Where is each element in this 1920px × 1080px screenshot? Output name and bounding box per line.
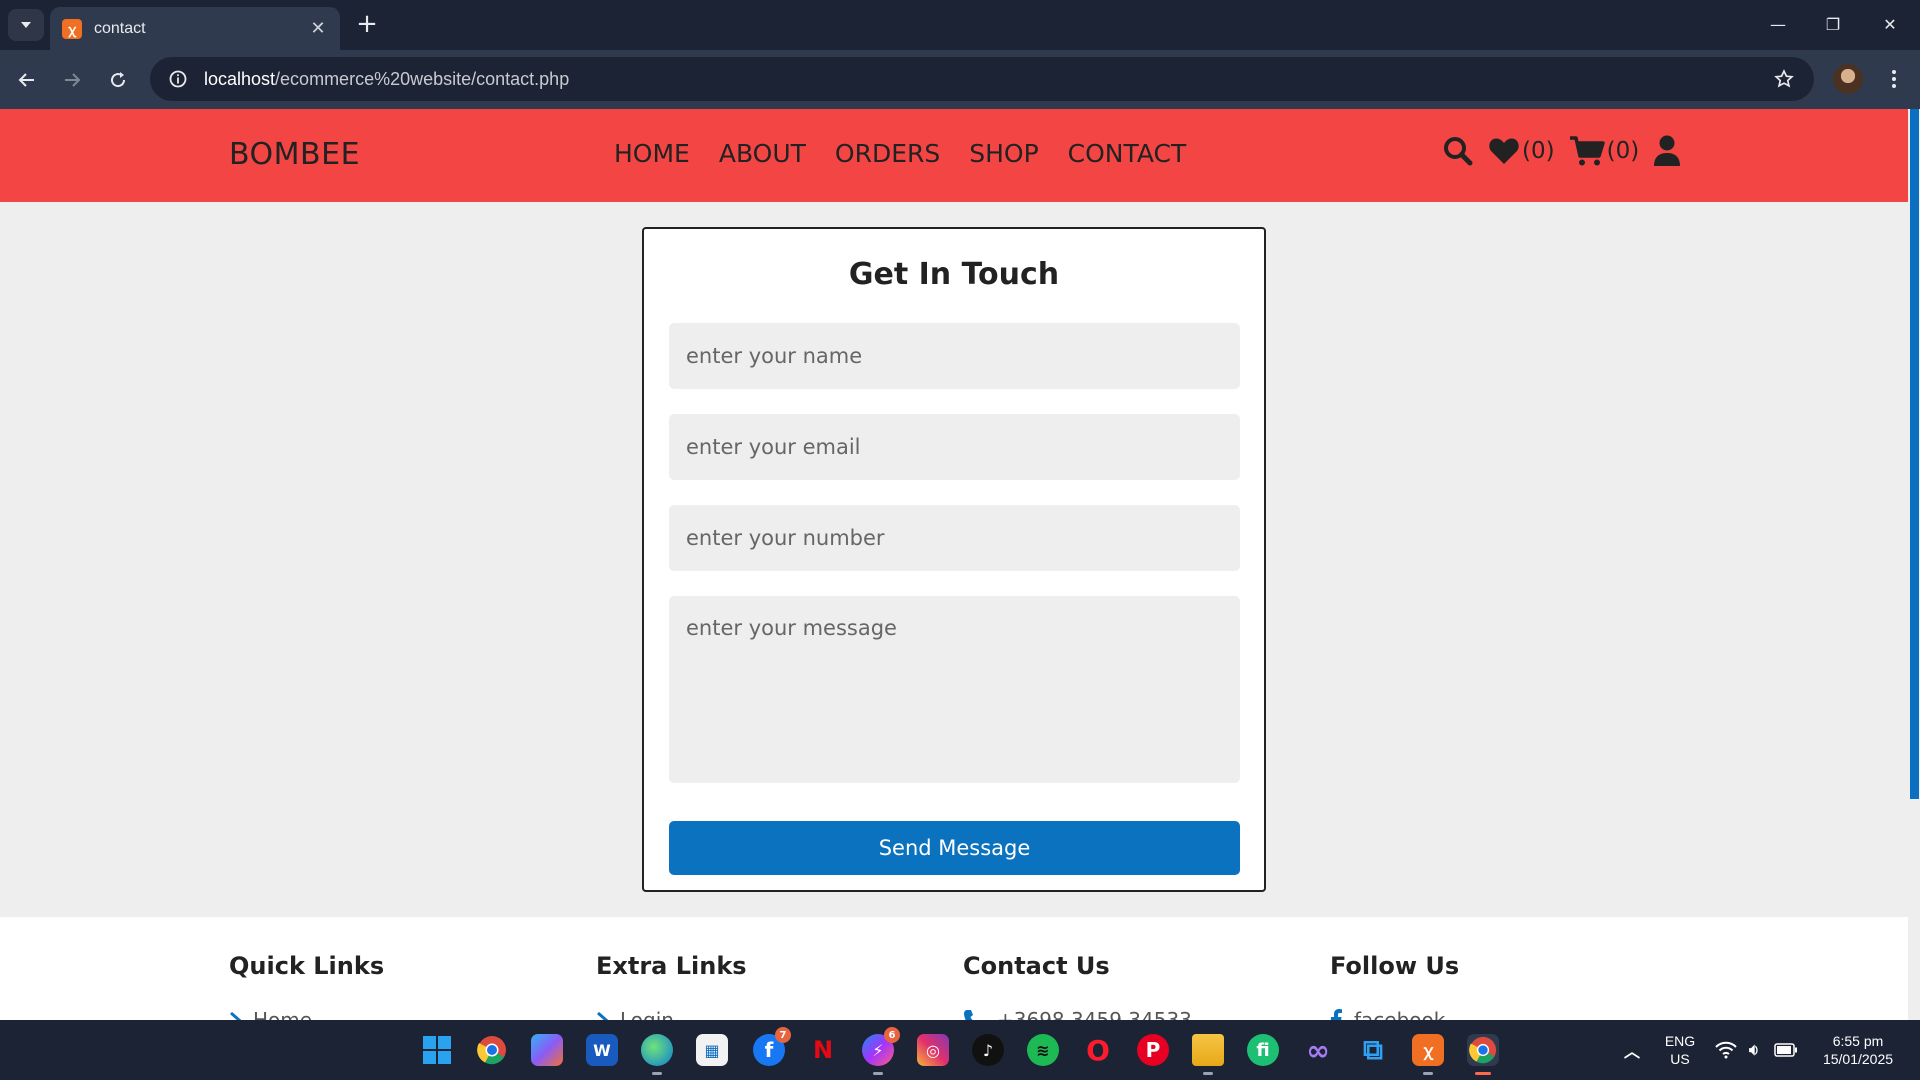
footer-column-extra-links: Extra Links Login [596,952,936,1020]
footer-link-login[interactable]: Login [596,1008,936,1020]
form-title: Get In Touch [848,257,1060,292]
tab-title: contact [94,19,146,37]
cart-button[interactable]: (0) [1569,135,1640,167]
page-viewport: BOMBEE HOME ABOUT ORDERS SHOP CONTACT (0… [0,109,1908,1020]
address-bar[interactable]: localhost/ecommerce%20website/contact.ph… [150,57,1814,101]
xampp-icon[interactable]: ꭓ [1412,1034,1444,1075]
clock-time: 6:55 pm [1832,1033,1884,1049]
nav-shop[interactable]: SHOP [969,139,1038,168]
page-scrollbar[interactable] [1908,109,1920,1020]
fiverr-icon[interactable]: fi [1247,1034,1279,1066]
arrow-left-icon [18,73,34,87]
chevron-right-icon [230,1012,241,1020]
search-icon [1444,137,1473,166]
chevron-down-icon [21,22,31,28]
phone-icon [964,1010,973,1020]
reload-icon [111,72,126,88]
nav-home[interactable]: HOME [614,139,690,168]
back-button[interactable] [10,63,44,97]
visual-studio-icon[interactable]: ∞ [1302,1034,1334,1067]
contact-form: Get In Touch Send Message [642,227,1266,892]
send-message-button[interactable]: Send Message [669,821,1240,875]
new-tab-button[interactable]: + [352,10,382,40]
forward-button[interactable] [55,63,89,97]
copilot-icon[interactable] [531,1034,563,1066]
file-explorer-icon[interactable] [1192,1034,1224,1075]
messenger-icon[interactable]: ⚡ 6 [862,1027,900,1075]
spotify-icon[interactable]: ≋ [1027,1034,1059,1066]
word-icon[interactable]: W [586,1034,618,1066]
user-icon [1654,135,1681,166]
bookmark-star-icon[interactable] [1764,59,1804,99]
site-info-icon[interactable] [162,63,194,95]
minimize-button[interactable]: — [1758,8,1798,40]
cart-count: (0) [1606,138,1640,164]
browser-menu-icon[interactable] [1880,64,1908,94]
number-input[interactable] [669,505,1240,571]
battery-icon[interactable] [1770,1034,1802,1066]
browser-tab[interactable]: ꭓ contact ✕ [50,7,340,50]
browser-tab-strip: ꭓ contact ✕ + — ❐ ✕ [0,0,1920,50]
tab-search-button[interactable] [8,9,44,41]
footer-column-quick-links: Quick Links Home [229,952,569,1020]
facebook-f-icon [1331,1009,1342,1020]
nav-orders[interactable]: ORDERS [835,139,940,168]
chevron-up-icon[interactable]: ︿ [1616,1034,1648,1066]
volume-icon[interactable]: 🔉︎ [1738,1034,1770,1066]
message-textarea[interactable] [669,596,1240,783]
name-input[interactable] [669,323,1240,389]
email-input[interactable] [669,414,1240,480]
footer-column-contact-us: Contact Us +3698 3459 34533 [963,952,1303,1020]
header-icons: (0) (0) [1442,135,1681,167]
footer-title: Quick Links [229,952,385,980]
tiktok-icon[interactable]: ♪ [972,1034,1004,1066]
url-text: localhost/ecommerce%20website/contact.ph… [204,68,570,89]
footer-title: Follow Us [1330,952,1460,980]
instagram-icon[interactable]: ◎ [917,1034,949,1066]
heart-icon [1489,138,1519,164]
xampp-icon: ꭓ [62,18,82,39]
search-button[interactable] [1442,135,1474,167]
clock[interactable]: 6:55 pm 15/01/2025 [1808,1032,1908,1068]
start-icon[interactable] [421,1034,453,1066]
wishlist-button[interactable]: (0) [1488,136,1555,166]
chrome-icon[interactable] [476,1034,508,1066]
user-button[interactable] [1653,135,1681,167]
wishlist-count: (0) [1522,138,1555,164]
main-nav: HOME ABOUT ORDERS SHOP CONTACT [614,139,1186,168]
nav-contact[interactable]: CONTACT [1068,139,1187,168]
reload-button[interactable] [101,63,135,97]
site-logo[interactable]: BOMBEE [229,137,360,172]
footer-link-facebook[interactable]: facebook [1330,1008,1670,1020]
arrow-right-icon [65,73,81,87]
footer-column-follow-us: Follow Us facebook [1330,952,1670,1020]
opera-icon[interactable]: O [1082,1034,1114,1067]
netflix-icon[interactable]: N [807,1034,839,1066]
footer-title: Extra Links [596,952,747,980]
nav-about[interactable]: ABOUT [719,139,806,168]
vscode-icon[interactable]: ⧉ [1357,1033,1389,1066]
pinterest-icon[interactable]: P [1137,1034,1169,1066]
footer-link-home[interactable]: Home [229,1008,569,1020]
browser-toolbar: localhost/ecommerce%20website/contact.ph… [0,50,1920,109]
profile-avatar[interactable] [1833,64,1863,94]
close-window-button[interactable]: ✕ [1870,8,1910,40]
facebook-icon[interactable]: f7 [753,1027,791,1066]
store-icon[interactable]: ▦ [696,1034,728,1066]
footer-phone[interactable]: +3698 3459 34533 [963,1008,1303,1020]
chrome-profile-icon[interactable] [1467,1034,1499,1075]
cart-icon [1569,136,1605,166]
scrollbar-thumb[interactable] [1910,109,1919,799]
site-header: BOMBEE HOME ABOUT ORDERS SHOP CONTACT (0… [0,109,1908,202]
chevron-right-icon [597,1012,608,1020]
site-footer: Quick Links Home Extra Links Login Conta… [0,917,1908,1020]
clock-date: 15/01/2025 [1822,1051,1894,1067]
close-tab-icon[interactable]: ✕ [308,18,328,39]
restore-button[interactable]: ❐ [1813,8,1853,40]
footer-title: Contact Us [963,952,1110,980]
edge-icon[interactable] [641,1034,673,1075]
language-indicator[interactable]: ENG US [1660,1032,1700,1068]
windows-taskbar: W ▦ f7 N ⚡ 6 ◎ ♪ ≋ O P fi ∞ ⧉ ꭓ ︿ ENG US … [0,1020,1920,1080]
